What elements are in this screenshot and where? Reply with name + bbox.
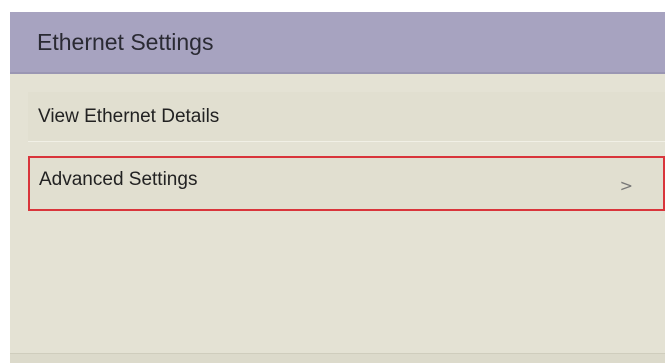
bottom-bar xyxy=(10,353,665,363)
title-bar: Ethernet Settings xyxy=(10,12,665,74)
device-screen: Ethernet Settings View Ethernet Details … xyxy=(10,12,665,363)
page-title: Ethernet Settings xyxy=(37,29,214,55)
settings-menu: View Ethernet Details Advanced Settings … xyxy=(10,74,665,363)
chevron-right-icon: > xyxy=(619,176,633,195)
menu-item-advanced-settings[interactable]: Advanced Settings > xyxy=(28,156,665,211)
menu-item-label: View Ethernet Details xyxy=(38,106,220,127)
menu-item-label: Advanced Settings xyxy=(39,169,198,190)
menu-item-view-ethernet-details[interactable]: View Ethernet Details xyxy=(28,92,665,142)
device-bezel: Ethernet Settings View Ethernet Details … xyxy=(0,0,669,363)
